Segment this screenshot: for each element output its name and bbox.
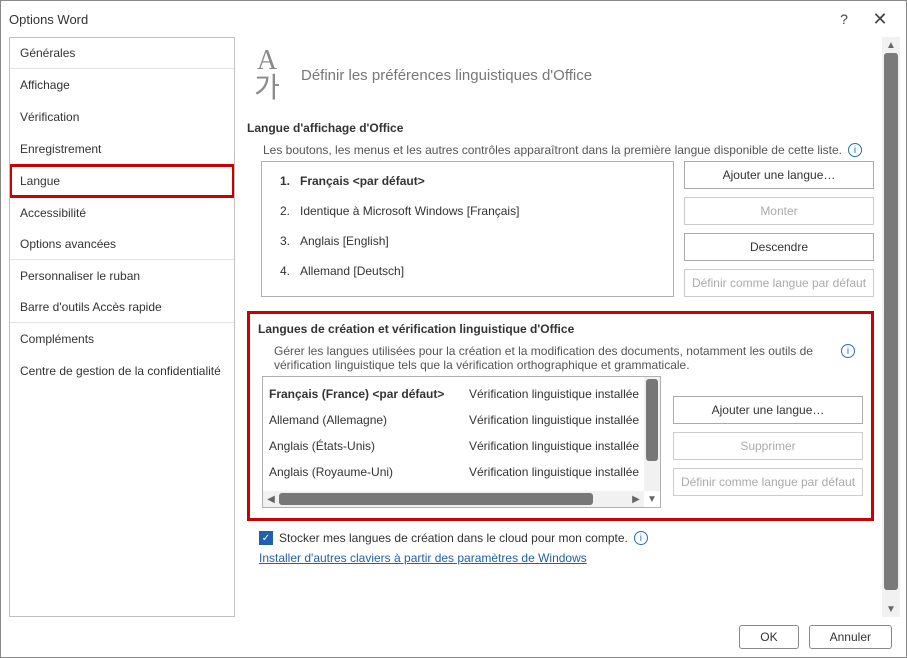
sidebar-item-4[interactable]: Langue xyxy=(10,165,234,197)
cloud-checkbox[interactable]: ✓ xyxy=(259,531,273,545)
sidebar-item-2[interactable]: Vérification xyxy=(10,101,234,133)
authoring-help-text: Gérer les langues utilisées pour la créa… xyxy=(274,344,835,372)
ok-button[interactable]: OK xyxy=(739,625,798,649)
main-area: GénéralesAffichageVérificationEnregistre… xyxy=(1,37,906,617)
vertical-scrollbar[interactable]: ▼ xyxy=(644,377,660,491)
sidebar-item-3[interactable]: Enregistrement xyxy=(10,133,234,165)
dialog-title: Options Word xyxy=(9,12,826,27)
content-pane: A가 Définir les préférences linguistiques… xyxy=(247,37,900,617)
item-label: Français <par défaut> xyxy=(300,174,425,188)
cancel-button[interactable]: Annuler xyxy=(809,625,892,649)
page-title: Définir les préférences linguistiques d'… xyxy=(301,67,592,84)
options-dialog: Options Word ? ✕ GénéralesAffichageVérif… xyxy=(0,0,907,658)
display-lang-item[interactable]: 3. Anglais [English] xyxy=(268,226,667,256)
sidebar-item-6[interactable]: Options avancées xyxy=(10,229,234,260)
info-icon[interactable]: i xyxy=(634,531,648,545)
display-lang-body: 1. Français <par défaut> 2. Identique à Mic… xyxy=(247,161,874,297)
authoring-lang-list[interactable]: Français (France) <par défaut>Vérificati… xyxy=(262,376,661,508)
item-label: Allemand [Deutsch] xyxy=(300,264,404,278)
sidebar-item-9[interactable]: Compléments xyxy=(10,323,234,355)
authoring-body: Français (France) <par défaut>Vérificati… xyxy=(258,376,863,508)
main-vertical-scrollbar[interactable]: ▲ ▼ xyxy=(882,37,900,617)
cloud-checkbox-label: Stocker mes langues de création dans le … xyxy=(279,531,628,545)
display-lang-item[interactable]: 2. Identique à Microsoft Windows [Françai… xyxy=(268,196,667,226)
dialog-footer: OK Annuler xyxy=(1,617,906,657)
help-button[interactable]: ? xyxy=(826,7,862,31)
add-display-lang-button[interactable]: Ajouter une langue… xyxy=(684,161,874,189)
lang-name: Anglais (Royaume-Uni) xyxy=(269,465,469,479)
display-lang-help-text: Les boutons, les menus et les autres con… xyxy=(263,143,842,157)
horizontal-scrollbar[interactable]: ◀ ▶ xyxy=(263,491,644,507)
sidebar-item-0[interactable]: Générales xyxy=(10,38,234,69)
authoring-lang-item[interactable]: Anglais (Royaume-Uni)Vérification lingui… xyxy=(269,459,654,485)
display-lang-list[interactable]: 1. Français <par défaut> 2. Identique à Mic… xyxy=(261,161,674,297)
display-lang-buttons: Ajouter une langue… Monter Descendre Déf… xyxy=(684,161,874,297)
set-default-authoring-button: Définir comme langue par défaut xyxy=(673,468,863,496)
info-icon[interactable]: i xyxy=(848,143,862,157)
sidebar-item-5[interactable]: Accessibilité xyxy=(10,197,234,229)
set-default-display-button: Définir comme langue par défaut xyxy=(684,269,874,297)
scrollbar-thumb[interactable] xyxy=(884,53,898,590)
lang-status: Vérification linguistique installée xyxy=(469,439,654,453)
scroll-down-icon[interactable]: ▼ xyxy=(644,491,660,507)
authoring-help-row: Gérer les langues utilisées pour la créa… xyxy=(258,342,863,376)
authoring-lang-item[interactable]: Français (France) <par défaut>Vérificati… xyxy=(269,381,654,407)
authoring-heading: Langues de création et vérification ling… xyxy=(258,322,863,342)
sidebar-nav: GénéralesAffichageVérificationEnregistre… xyxy=(9,37,235,617)
titlebar: Options Word ? ✕ xyxy=(1,1,906,37)
lang-status: Vérification linguistique installée xyxy=(469,413,654,427)
authoring-section-highlight: Langues de création et vérification ling… xyxy=(247,311,874,521)
item-label: Anglais [English] xyxy=(300,234,389,248)
close-button[interactable]: ✕ xyxy=(862,7,898,31)
move-down-button[interactable]: Descendre xyxy=(684,233,874,261)
scroll-left-icon[interactable]: ◀ xyxy=(263,491,279,507)
add-authoring-lang-button[interactable]: Ajouter une langue… xyxy=(673,396,863,424)
display-lang-item[interactable]: 1. Français <par défaut> xyxy=(268,166,667,196)
scrollbar-thumb[interactable] xyxy=(646,379,658,461)
item-number: 4. xyxy=(274,264,290,278)
item-number: 1. xyxy=(274,174,290,188)
cloud-checkbox-row[interactable]: ✓ Stocker mes langues de création dans l… xyxy=(259,531,874,545)
language-icon: A가 xyxy=(247,47,287,103)
display-lang-item[interactable]: 4. Allemand [Deutsch] xyxy=(268,256,667,286)
page-header: A가 Définir les préférences linguistiques… xyxy=(247,37,874,111)
display-lang-help-row: Les boutons, les menus et les autres con… xyxy=(247,141,874,161)
scroll-right-icon[interactable]: ▶ xyxy=(628,491,644,507)
info-icon[interactable]: i xyxy=(841,344,855,358)
item-number: 3. xyxy=(274,234,290,248)
authoring-lang-item[interactable]: Allemand (Allemagne)Vérification linguis… xyxy=(269,407,654,433)
item-number: 2. xyxy=(274,204,290,218)
display-lang-heading: Langue d'affichage d'Office xyxy=(247,111,874,141)
item-label: Identique à Microsoft Windows [Français] xyxy=(300,204,519,218)
scroll-up-icon[interactable]: ▲ xyxy=(882,37,900,53)
lang-name: Allemand (Allemagne) xyxy=(269,413,469,427)
sidebar-item-1[interactable]: Affichage xyxy=(10,69,234,101)
lang-status: Vérification linguistique installée xyxy=(469,387,654,401)
lang-status: Vérification linguistique installée xyxy=(469,465,654,479)
sidebar-item-7[interactable]: Personnaliser le ruban xyxy=(10,260,234,292)
install-keyboards-link[interactable]: Installer d'autres claviers à partir des… xyxy=(259,551,587,565)
scroll-down-icon[interactable]: ▼ xyxy=(882,601,900,617)
remove-authoring-lang-button: Supprimer xyxy=(673,432,863,460)
sidebar-item-10[interactable]: Centre de gestion de la confidentialité xyxy=(10,355,234,387)
authoring-buttons: Ajouter une langue… Supprimer Définir co… xyxy=(673,376,863,508)
move-up-button: Monter xyxy=(684,197,874,225)
hscrollbar-thumb[interactable] xyxy=(279,493,593,505)
lang-name: Anglais (États-Unis) xyxy=(269,439,469,453)
authoring-lang-item[interactable]: Anglais (États-Unis)Vérification linguis… xyxy=(269,433,654,459)
lang-name: Français (France) <par défaut> xyxy=(269,387,469,401)
sidebar-item-8[interactable]: Barre d'outils Accès rapide xyxy=(10,292,234,323)
